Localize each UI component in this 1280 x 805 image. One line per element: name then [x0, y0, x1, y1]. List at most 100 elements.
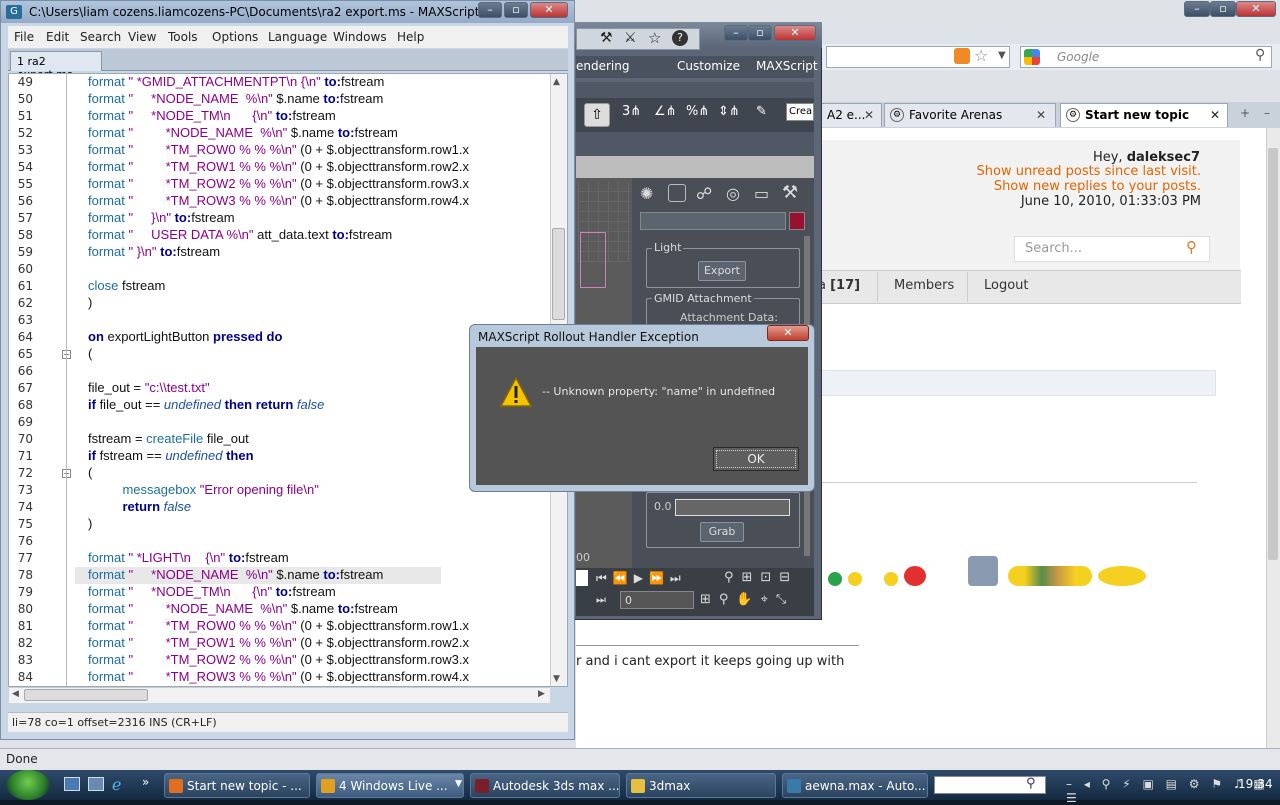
close-icon[interactable]: ✕ [774, 25, 816, 41]
maximize-icon[interactable]: ▫ [1210, 1, 1236, 17]
forum-search-input[interactable]: Search... [1014, 236, 1210, 262]
search-icon[interactable]: ⚲ [1186, 238, 1197, 256]
utilities-icon[interactable]: ⚒ [782, 182, 798, 203]
scroll-right-icon[interactable]: ▶ [538, 689, 545, 699]
computer-smiley-icon[interactable] [968, 556, 998, 586]
code-line[interactable]: format " }\n" to:fstream [88, 244, 220, 259]
code-line[interactable]: format " *TM_ROW1 % % %\n" (0 + $.object… [88, 635, 469, 650]
unread-posts-link[interactable]: Show unread posts since last visit. [940, 164, 1201, 179]
smiley-icon[interactable] [848, 572, 862, 586]
close-icon[interactable]: ✕ [1210, 108, 1220, 122]
party-smiley-icon[interactable] [1008, 566, 1092, 586]
heart-smiley-icon[interactable] [904, 566, 926, 586]
taskbar-aewna-max[interactable]: aewna.max - Auto... [782, 773, 928, 798]
object-name-field[interactable] [640, 212, 786, 230]
close-icon[interactable]: ✕ [767, 325, 809, 341]
display-icon[interactable]: ▭ [754, 184, 769, 203]
code-line[interactable]: format " *NODE_NAME %\n" $.name to:fstre… [88, 125, 398, 140]
smiley-arrow-icon[interactable] [828, 572, 842, 586]
menu-maxscript[interactable]: MAXScript [756, 59, 818, 73]
search-input[interactable]: Google [1020, 46, 1272, 68]
username[interactable]: daleksec7 [1127, 150, 1200, 165]
tab-favorite-arenas[interactable]: Favorite Arenas [884, 103, 1056, 127]
new-replies-link[interactable]: Show new replies to your posts. [940, 179, 1201, 194]
chevron-down-icon[interactable]: ▼ [998, 50, 1006, 61]
menu-view[interactable]: View [128, 30, 156, 44]
menu-language[interactable]: Language [268, 30, 327, 44]
minimize-icon[interactable]: – [478, 2, 502, 18]
minimize-icon[interactable]: – [1184, 1, 1210, 17]
taskbar-3dmax-folder[interactable]: 3dmax [626, 773, 776, 798]
switch-windows-icon[interactable] [88, 777, 104, 791]
code-line[interactable]: ) [88, 516, 92, 531]
clock[interactable]: 19:34 [1238, 777, 1273, 791]
close-icon[interactable]: ✕ [1036, 108, 1046, 122]
menu-file[interactable]: File [14, 30, 34, 44]
menu-help[interactable]: Help [397, 30, 424, 44]
maximize-icon[interactable]: ▫ [748, 25, 772, 41]
playback-controls[interactable]: ⏮⏪▶⏩⏭ [596, 571, 687, 586]
tab-list-icon[interactable]: – [1264, 106, 1270, 120]
tab-start-new-topic[interactable]: Start new topic [1060, 103, 1228, 127]
code-line[interactable]: format " *TM_ROW1 % % %\n" (0 + $.object… [88, 159, 469, 174]
maximize-icon[interactable]: ▫ [504, 2, 528, 18]
menu-customize[interactable]: Customize [677, 59, 740, 73]
code-line[interactable]: format " *LIGHT\n {\n" to:fstream [88, 550, 289, 565]
percent-snap-icon[interactable]: %⋔ [686, 104, 709, 119]
code-line[interactable]: close fstream [88, 278, 165, 293]
value-field[interactable] [675, 499, 790, 516]
taskbar-autodesk[interactable]: Autodesk 3ds max ... [470, 773, 620, 798]
scroll-down-icon[interactable]: ▼ [553, 674, 560, 684]
code-line[interactable]: fstream = createFile file_out [88, 431, 249, 446]
close-icon[interactable]: ✕ [864, 108, 874, 122]
code-line[interactable]: format " *TM_ROW0 % % %\n" (0 + $.object… [88, 618, 469, 633]
code-line[interactable]: messagebox "Error opening file\n" [108, 482, 318, 497]
code-line[interactable]: format " *TM_ROW2 % % %\n" (0 + $.object… [88, 652, 469, 667]
help-icon[interactable]: ? [672, 30, 688, 46]
menu-tools[interactable]: Tools [168, 30, 198, 44]
close-icon[interactable]: ✕ [530, 2, 568, 18]
motion-icon[interactable]: ◎ [726, 184, 740, 203]
code-line[interactable]: format " *NODE_TM\n {\n" to:fstream [88, 108, 336, 123]
select-up-icon[interactable]: ⇧ [584, 103, 610, 127]
edit-named-selection-icon[interactable]: ✎ [756, 104, 767, 119]
rss-icon[interactable] [954, 48, 970, 64]
code-line[interactable]: format " *TM_ROW0 % % %\n" (0 + $.object… [88, 142, 469, 157]
code-line[interactable]: file_out = "c:\\test.txt" [88, 380, 210, 395]
export-button[interactable]: Export [698, 261, 746, 281]
viewport-nav-controls[interactable]: ⚲⊞⊡⊟ [724, 570, 798, 585]
scrollbar-thumb[interactable] [1268, 148, 1278, 560]
nav-item-logout[interactable]: Logout [984, 278, 1029, 293]
taskbar-windows-live[interactable]: 4 Windows Live ... [316, 773, 464, 798]
minimize-icon[interactable]: – [724, 25, 748, 41]
search-icon[interactable]: ⚲ [1026, 776, 1036, 791]
code-line[interactable]: format " *TM_ROW3 % % %\n" (0 + $.object… [88, 669, 469, 684]
code-line[interactable]: format " }\n" to:fstream [88, 210, 235, 225]
named-selection-field[interactable]: Crea [786, 103, 814, 121]
create-icon[interactable]: ✺ [640, 184, 653, 203]
favorite-star-icon[interactable]: ☆ [974, 46, 988, 65]
code-line[interactable]: format " *NODE_NAME %\n" $.name to:fstre… [88, 601, 398, 616]
start-button[interactable] [6, 770, 50, 800]
code-line[interactable]: ) [88, 295, 92, 310]
scroll-up-icon[interactable]: ▲ [553, 77, 560, 87]
timeline-dropdown[interactable] [576, 570, 588, 586]
key-mode-icon[interactable]: ⏭ [596, 593, 606, 607]
code-line[interactable]: on exportLightButton pressed do [88, 329, 282, 344]
code-line[interactable]: ( [88, 346, 92, 361]
viewport-nav-controls-2[interactable]: ⊞⚲✋⌖⤡ [700, 592, 794, 607]
quicklaunch-more-icon[interactable]: » [142, 775, 149, 789]
code-line[interactable]: format " *TM_ROW2 % % %\n" (0 + $.object… [88, 176, 469, 191]
scroll-left-icon[interactable]: ◀ [12, 689, 19, 699]
show-desktop-icon[interactable] [64, 777, 80, 791]
frame-field[interactable]: 0 [620, 591, 694, 609]
code-line[interactable]: return false [108, 499, 191, 514]
star-icon[interactable]: ☆ [648, 29, 661, 47]
snap-3d-icon[interactable]: 3⋔ [622, 104, 641, 119]
spinner-snap-icon[interactable]: ⇕⋔ [718, 104, 740, 119]
scrollbar-thumb[interactable] [552, 228, 565, 320]
modify-icon[interactable] [668, 184, 686, 202]
code-line[interactable]: format " *TM_ROW3 % % %\n" (0 + $.object… [88, 193, 469, 208]
new-tab-icon[interactable]: + [1240, 106, 1250, 120]
nav-item-members[interactable]: Members [894, 278, 954, 293]
